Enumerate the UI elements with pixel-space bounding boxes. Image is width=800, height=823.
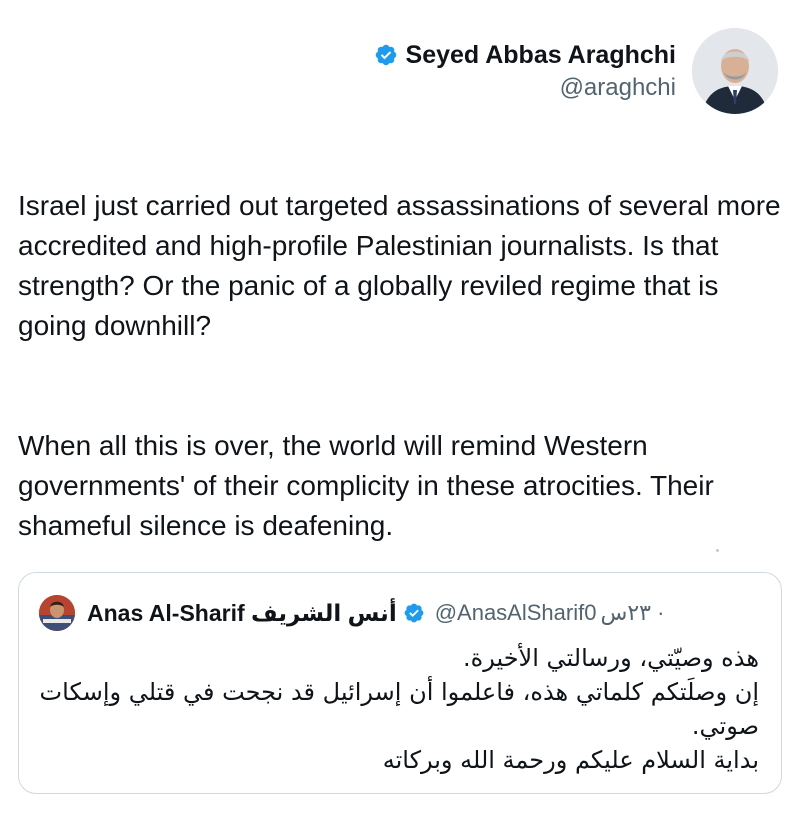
- quoted-tweet-card[interactable]: Anas Al-Sharif أنس الشريف @AnasAlSharif0…: [18, 572, 782, 794]
- verified-badge-icon: [375, 44, 396, 66]
- quoted-tweet-timestamp[interactable]: · ٢٣س: [600, 600, 664, 626]
- quoted-tweet-text: هذه وصيّتي، ورسالتي الأخيرة. إن وصلَتكم …: [39, 641, 759, 777]
- tweet-paragraph-1: Israel just carried out targeted assassi…: [18, 190, 781, 341]
- author-handle[interactable]: @araghchi: [560, 74, 676, 102]
- quoted-line-3: بداية السلام عليكم ورحمة الله وبركاته: [382, 746, 759, 774]
- quoted-author-display-name[interactable]: Anas Al-Sharif أنس الشريف: [87, 600, 397, 627]
- author-avatar[interactable]: [692, 28, 778, 114]
- author-name-row[interactable]: Seyed Abbas Araghchi: [374, 41, 676, 70]
- tweet-paragraph-2: When all this is over, the world will re…: [18, 430, 714, 541]
- quoted-line-2: إن وصلَتكم كلماتي هذه، فاعلموا أن إسرائي…: [39, 678, 759, 740]
- author-info[interactable]: Seyed Abbas Araghchi @araghchi: [374, 41, 676, 102]
- quoted-tweet-header: Anas Al-Sharif أنس الشريف @AnasAlSharif0…: [39, 595, 761, 631]
- quoted-avatar-image: [39, 595, 75, 631]
- avatar-image: [692, 28, 778, 114]
- author-display-name[interactable]: Seyed Abbas Araghchi: [406, 41, 676, 70]
- quoted-author-avatar[interactable]: [39, 595, 75, 631]
- quoted-author-handle[interactable]: @AnasAlSharif0: [435, 600, 597, 626]
- quoted-line-1: هذه وصيّتي، ورسالتي الأخيرة.: [463, 644, 759, 672]
- tweet-text: Israel just carried out targeted assassi…: [18, 146, 788, 626]
- tweet-header: Seyed Abbas Araghchi @araghchi: [374, 28, 778, 114]
- separator-dot: [716, 549, 719, 552]
- verified-badge-icon: [404, 603, 424, 623]
